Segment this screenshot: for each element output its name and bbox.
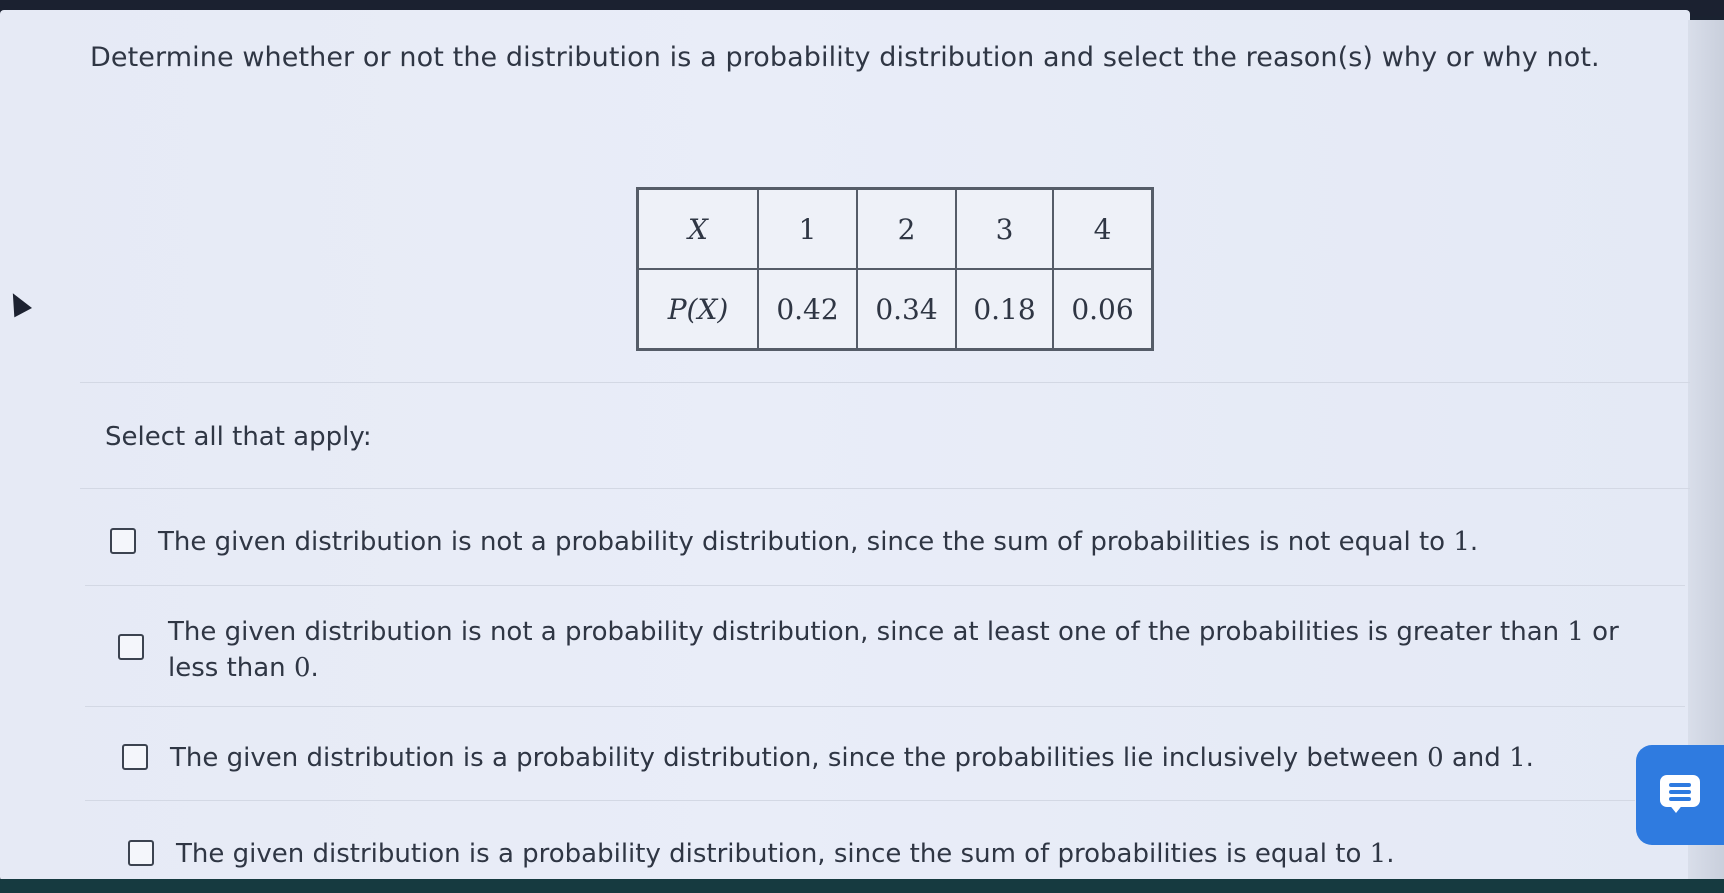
question-text: Determine whether or not the distributio…: [90, 42, 1600, 73]
table-cell-x-2: 2: [857, 189, 956, 269]
option-2-number-2: 0: [293, 653, 311, 683]
chat-button[interactable]: [1636, 745, 1724, 845]
option-1-text-main: The given distribution is not a probabil…: [158, 527, 1454, 557]
option-4[interactable]: The given distribution is a probability …: [128, 836, 1394, 872]
option-3[interactable]: The given distribution is a probability …: [122, 740, 1534, 776]
option-4-text: The given distribution is a probability …: [176, 836, 1394, 872]
option-divider: [80, 488, 1690, 489]
table-cell-x-4: 4: [1053, 189, 1152, 269]
option-4-punct: .: [1386, 839, 1395, 869]
option-divider: [85, 585, 1685, 586]
option-3-number-1: 0: [1427, 743, 1444, 773]
option-2-punct: .: [310, 653, 319, 683]
distribution-table: X 1 2 3 4 P(X) 0.42 0.34 0.18 0.06: [636, 187, 1154, 351]
table-cell-p-2: 0.34: [857, 269, 956, 349]
table-cell-x-3: 3: [956, 189, 1053, 269]
table-row-x: X 1 2 3 4: [638, 189, 1152, 269]
option-divider: [85, 800, 1635, 801]
option-1-text: The given distribution is not a probabil…: [158, 524, 1478, 560]
option-4-text-main: The given distribution is a probability …: [176, 839, 1370, 869]
table-header-x: X: [638, 189, 758, 269]
chat-icon: [1660, 775, 1700, 815]
option-3-text-mid: and: [1443, 743, 1510, 773]
option-2-text-mid: or: [1583, 617, 1619, 647]
checkbox-icon[interactable]: [110, 528, 136, 554]
option-2-line-2: less than 0.: [168, 650, 1619, 686]
option-1-number: 1: [1453, 527, 1470, 557]
select-all-label: Select all that apply:: [105, 422, 372, 452]
option-2-text-line2: less than: [168, 653, 294, 683]
option-2-text-main: The given distribution is not a probabil…: [168, 617, 1568, 647]
checkbox-icon[interactable]: [118, 634, 144, 660]
option-3-punct: .: [1525, 743, 1534, 773]
checkbox-icon[interactable]: [122, 744, 148, 770]
option-1[interactable]: The given distribution is not a probabil…: [110, 524, 1478, 560]
option-2-number-1: 1: [1567, 617, 1584, 647]
table-cell-x-1: 1: [758, 189, 857, 269]
option-2-line-1: The given distribution is not a probabil…: [168, 614, 1619, 650]
table-cell-p-3: 0.18: [956, 269, 1053, 349]
option-3-text-main: The given distribution is a probability …: [170, 743, 1428, 773]
checkbox-icon[interactable]: [128, 840, 154, 866]
table-header-p: P(X): [638, 269, 758, 349]
option-4-number: 1: [1369, 839, 1387, 869]
table-row-p: P(X) 0.42 0.34 0.18 0.06: [638, 269, 1152, 349]
option-3-text: The given distribution is a probability …: [170, 740, 1534, 776]
table-cell-p-1: 0.42: [758, 269, 857, 349]
option-1-punct: .: [1469, 527, 1479, 557]
option-2-text: The given distribution is not a probabil…: [168, 614, 1619, 686]
table-cell-p-4: 0.06: [1053, 269, 1152, 349]
option-divider: [85, 706, 1685, 707]
option-3-number-2: 1: [1509, 743, 1526, 773]
bottom-strip: [0, 879, 1724, 893]
option-2[interactable]: The given distribution is not a probabil…: [118, 614, 1619, 686]
section-divider: [80, 382, 1690, 383]
